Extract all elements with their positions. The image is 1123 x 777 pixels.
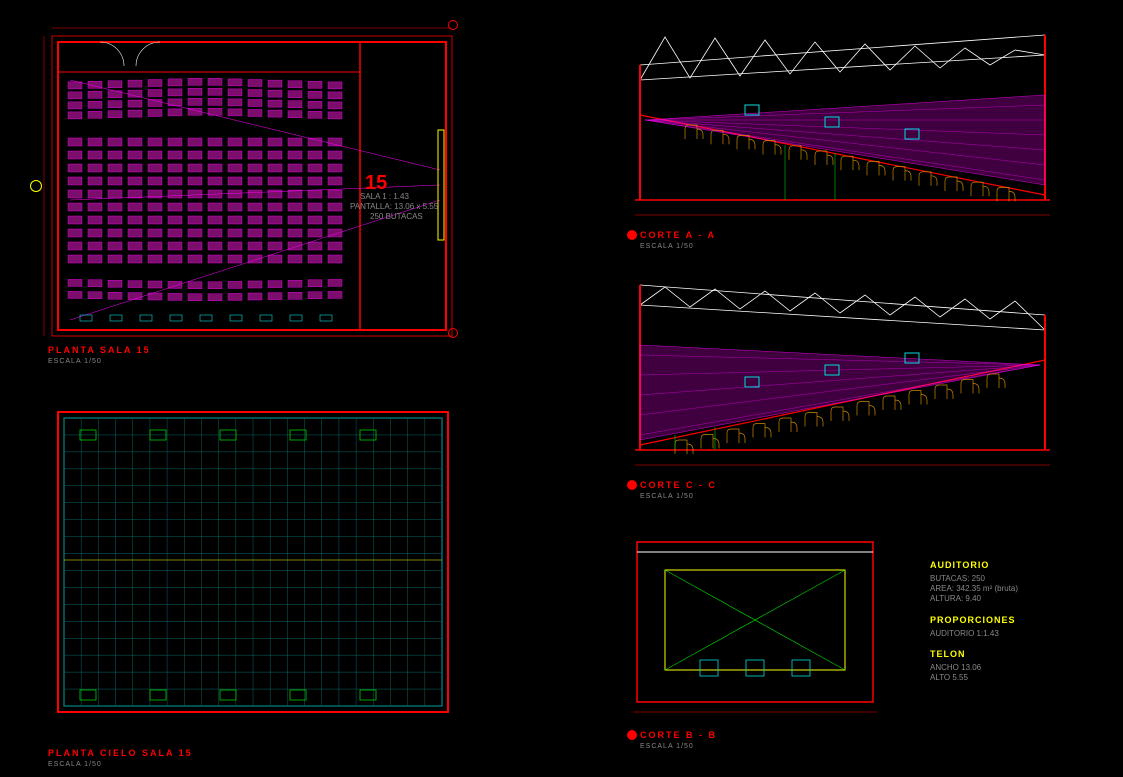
info-header-telon: TELON (930, 649, 1100, 661)
plan-cielo-scale: ESCALA 1/50 (48, 761, 102, 768)
diffusers (80, 430, 376, 700)
corte-a-scale: ESCALA 1/50 (640, 243, 694, 250)
corte-c-scale: ESCALA 1/50 (640, 493, 694, 500)
info-prop: AUDITORIO 1:1.43 (930, 629, 1100, 639)
seats (68, 78, 342, 300)
corte-a-marker (627, 230, 637, 240)
axis-mark-1 (30, 180, 42, 192)
info-block: AUDITORIO BUTACAS: 250 AREA: 342.35 m² (… (930, 560, 1100, 683)
info-altura: ALTURA: 9.40 (930, 594, 1100, 604)
plan-sala-scale: ESCALA 1/50 (48, 358, 102, 365)
corte-a-svg (625, 25, 1055, 225)
corte-c-svg (625, 275, 1055, 475)
info-telon-w: ANCHO 13.06 (930, 663, 1100, 673)
corte-b-scale: ESCALA 1/50 (640, 743, 694, 750)
corte-c-marker (627, 480, 637, 490)
section-marker-a-bot (448, 328, 458, 338)
info-area: AREA: 342.35 m² (bruta) (930, 584, 1100, 594)
corte-c-view (625, 275, 1055, 475)
room-note3: 250 BUTACAS (370, 212, 423, 222)
plan-cielo-view (40, 400, 460, 745)
section-marker-a-top (448, 20, 458, 30)
corte-a-title: CORTE A - A (640, 230, 716, 240)
ceiling-grid (64, 418, 442, 706)
roof-truss (640, 35, 1045, 80)
plan-sala-title: PLANTA SALA 15 (48, 345, 151, 355)
info-butacas: BUTACAS: 250 (930, 574, 1100, 584)
info-header-auditorio: AUDITORIO (930, 560, 1100, 572)
plan-sala-view: 15 SALA 1 : 1.43 PANTALLA: 13.06 x 5.55 … (40, 20, 460, 380)
corte-b-svg (625, 530, 885, 720)
plan-cielo-svg (40, 400, 460, 730)
info-telon-h: ALTO 5.55 (930, 673, 1100, 683)
room-note1: SALA 1 : 1.43 (360, 192, 409, 202)
room-note2: PANTALLA: 13.06 x 5.55 (350, 202, 438, 212)
corte-c-title: CORTE C - C (640, 480, 717, 490)
corte-b-title: CORTE B - B (640, 730, 717, 740)
corte-b-marker (627, 730, 637, 740)
info-header-proporciones: PROPORCIONES (930, 615, 1100, 627)
roof-truss-c (640, 285, 1045, 330)
corte-a-view (625, 25, 1055, 225)
plan-sala-svg (40, 20, 460, 350)
plan-cielo-title: PLANTA CIELO SALA 15 (48, 748, 193, 758)
corte-b-view (625, 530, 885, 720)
